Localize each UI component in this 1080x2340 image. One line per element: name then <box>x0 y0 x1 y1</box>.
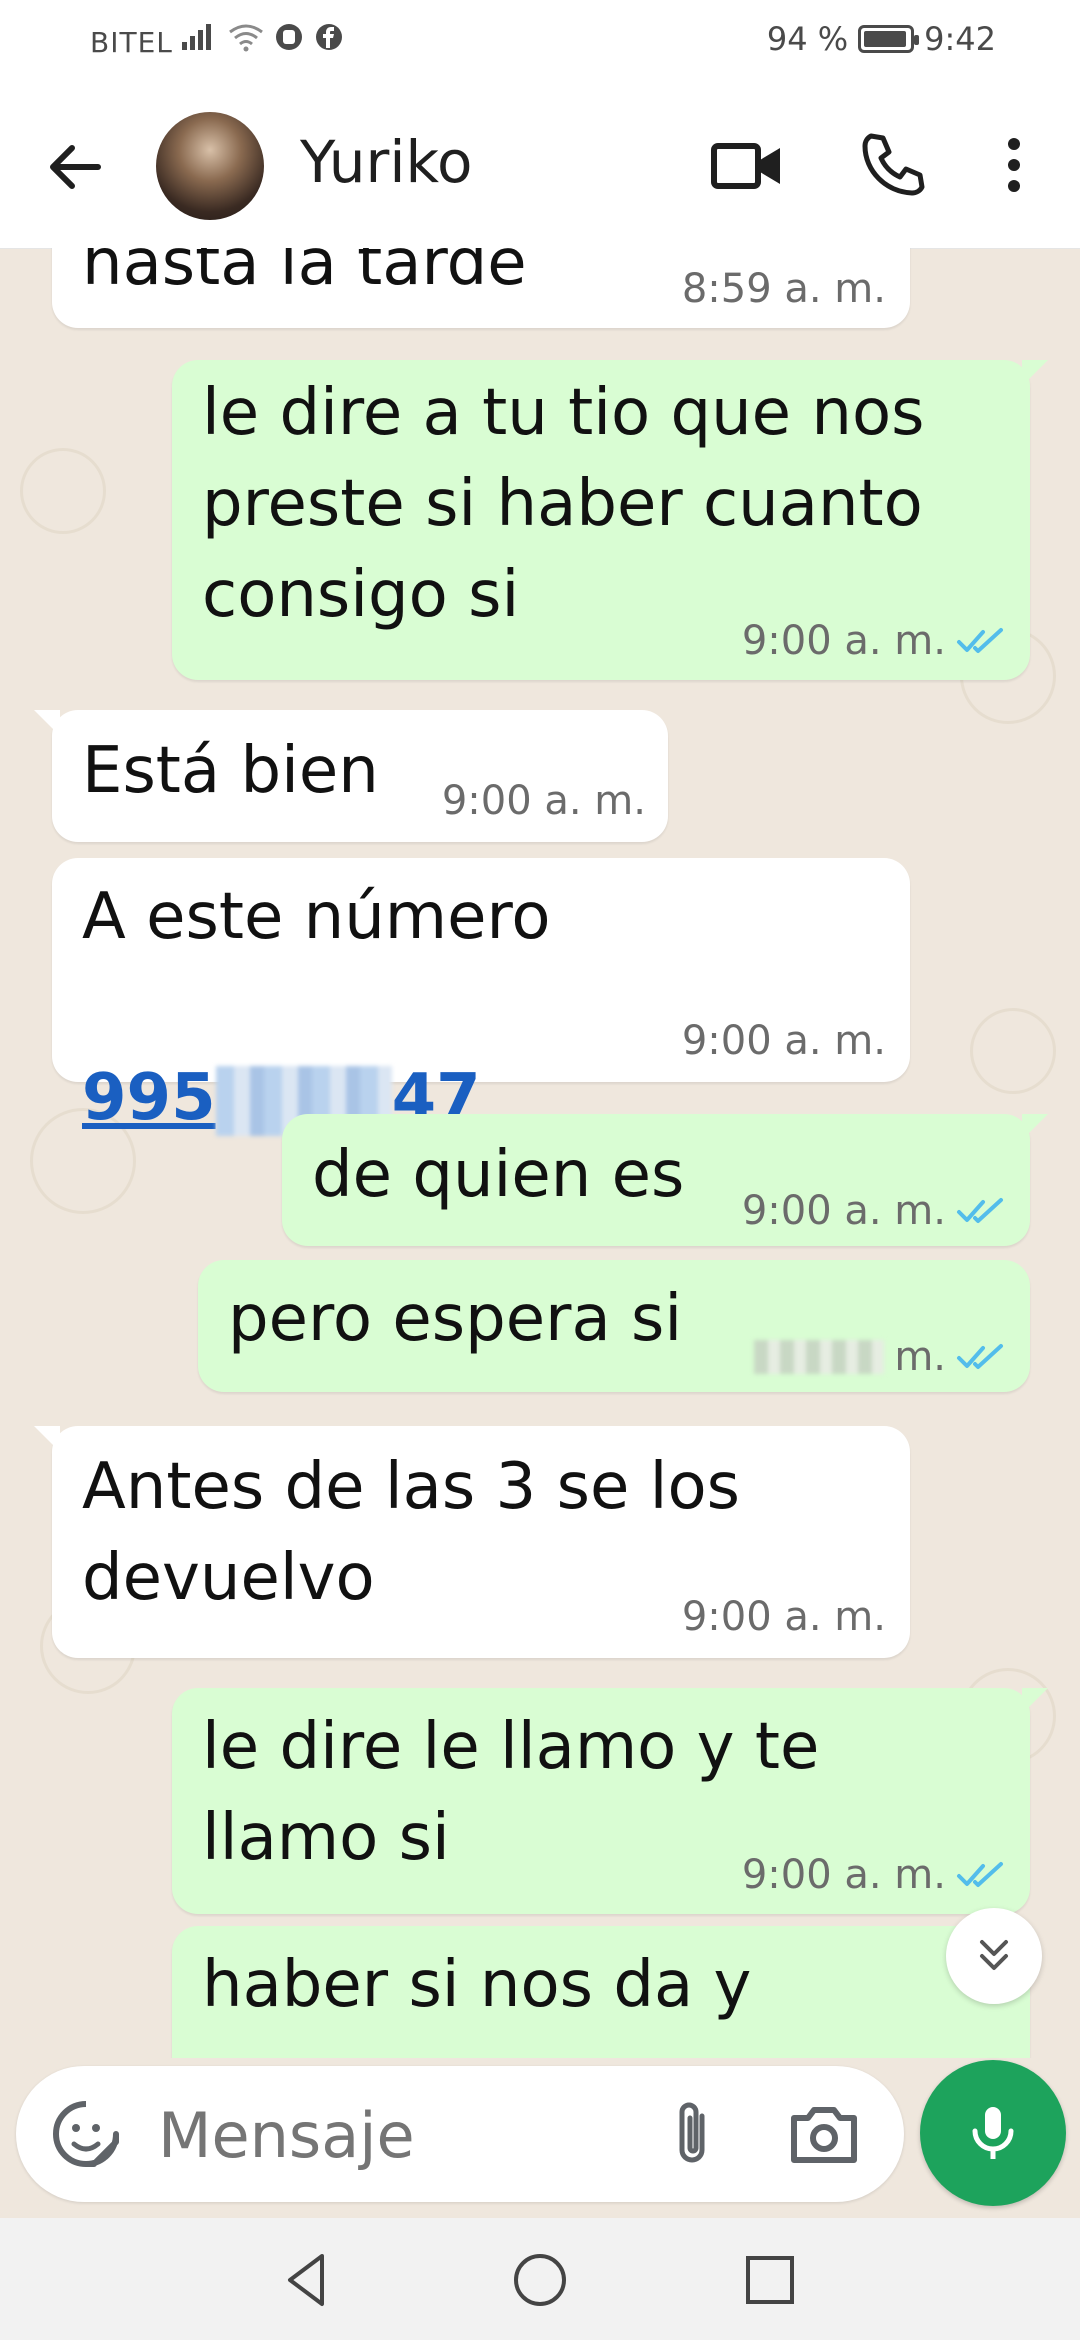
status-bar: BITEL 94 % 9:42 <box>0 0 1080 84</box>
contact-name[interactable]: Yuriko <box>300 128 473 196</box>
sticker-icon[interactable] <box>50 2098 122 2170</box>
signal-icon <box>182 24 211 50</box>
composer <box>16 2066 904 2202</box>
clock: 9:42 <box>924 20 996 58</box>
message-outgoing[interactable]: le dire a tu tio que nos preste si haber… <box>172 360 1048 680</box>
message-outgoing[interactable]: de quien es 9:00 a. m. <box>282 1114 1048 1246</box>
message-outgoing[interactable]: haber si nos da y <box>172 1926 1030 2058</box>
wallpaper-doodle <box>970 1008 1056 1094</box>
message-input[interactable] <box>156 2094 660 2176</box>
system-nav-bar <box>0 2218 1080 2340</box>
status-right: 94 % 9:42 <box>767 20 996 58</box>
mic-button[interactable] <box>920 2060 1066 2206</box>
double-check-icon <box>957 628 1003 653</box>
message-text: le dire a tu tio que nos preste si haber… <box>202 376 925 632</box>
message-time: 8:59 a. m. <box>681 266 886 312</box>
status-icons <box>180 22 344 52</box>
message-text: Antes de las 3 se los devuelvo <box>82 1450 740 1615</box>
message-time: 9:00 a. m. <box>441 778 646 824</box>
message-outgoing[interactable]: le dire le llamo y te llamo si 9:00 a. m… <box>172 1688 1048 1914</box>
bubble-tail <box>34 1426 60 1452</box>
message-time: 9:00 a. m. <box>741 1188 946 1234</box>
double-check-icon <box>957 1344 1003 1369</box>
chevron-double-down-icon <box>980 1940 1008 1970</box>
message-time: 9:00 a. m. <box>681 1594 886 1640</box>
message-meta: 9:00 a. m. <box>742 618 1004 664</box>
double-check-icon <box>957 1198 1003 1223</box>
phone-icon[interactable] <box>855 130 929 200</box>
nav-recents-icon[interactable] <box>738 2248 802 2312</box>
facebook-icon <box>316 24 342 50</box>
message-text: Está bien <box>82 734 379 808</box>
message-text: hasta la tarde <box>82 248 527 300</box>
avatar[interactable] <box>156 112 264 220</box>
message-meta: 9:00 a. m. <box>682 1018 886 1064</box>
message-text: de quien es <box>312 1138 685 1212</box>
chat-messages[interactable]: hasta la tarde 8:59 a. m. le dire a tu t… <box>0 248 1080 2058</box>
video-call-icon[interactable] <box>710 130 784 200</box>
carrier-label: BITEL <box>90 26 173 59</box>
wifi-icon <box>229 24 263 52</box>
battery-percent: 94 % <box>766 20 849 58</box>
double-check-icon <box>957 1862 1003 1887</box>
mic-icon <box>972 2107 1014 2159</box>
bubble-tail <box>1022 360 1048 386</box>
bubble-tail <box>1022 1688 1048 1714</box>
nav-back-icon[interactable] <box>276 2248 340 2312</box>
message-meta: 8:59 a. m. <box>682 266 886 312</box>
camera-icon[interactable] <box>786 2098 862 2170</box>
battery-icon <box>858 25 920 53</box>
message-incoming[interactable]: hasta la tarde 8:59 a. m. <box>52 248 910 328</box>
message-outgoing[interactable]: pero espera si m. <box>198 1260 1030 1392</box>
message-time: 9:00 a. m. <box>681 1018 886 1064</box>
message-text: le dire le llamo y te llamo si <box>202 1710 820 1875</box>
battery-fill <box>864 31 906 47</box>
bubble-tail <box>1022 1114 1048 1140</box>
phone-prefix[interactable]: 995 <box>82 1061 216 1135</box>
message-text: pero espera si <box>228 1282 683 1356</box>
message-incoming[interactable]: Antes de las 3 se los devuelvo 9:00 a. m… <box>34 1426 910 1658</box>
back-arrow-icon[interactable] <box>40 132 110 202</box>
scroll-to-bottom-button[interactable] <box>946 1908 1042 2004</box>
message-incoming[interactable]: Está bien 9:00 a. m. <box>34 710 668 842</box>
more-vert-icon[interactable] <box>990 130 1038 200</box>
message-time: m. <box>894 1334 946 1380</box>
nav-home-icon[interactable] <box>508 2248 572 2312</box>
bubble-tail <box>34 710 60 736</box>
message-text: haber si nos da y <box>202 1948 752 2022</box>
message-text: A este número <box>82 880 551 954</box>
notification-icon <box>276 24 302 50</box>
redacted-time <box>754 1340 885 1374</box>
message-meta: 9:00 a. m. <box>742 1188 1004 1234</box>
message-time: 9:00 a. m. <box>741 618 946 664</box>
paperclip-icon[interactable] <box>656 2096 728 2172</box>
message-meta: 9:00 a. m. <box>682 1594 886 1640</box>
message-incoming[interactable]: A este número 995 47 9:00 a. m. <box>52 858 910 1137</box>
wallpaper-doodle <box>20 448 106 534</box>
message-meta: m. <box>754 1334 1004 1380</box>
chat-header: Yuriko <box>0 84 1080 249</box>
message-meta: 9:00 a. m. <box>742 1852 1004 1898</box>
message-time: 9:00 a. m. <box>741 1852 946 1898</box>
message-meta: 9:00 a. m. <box>442 778 646 824</box>
